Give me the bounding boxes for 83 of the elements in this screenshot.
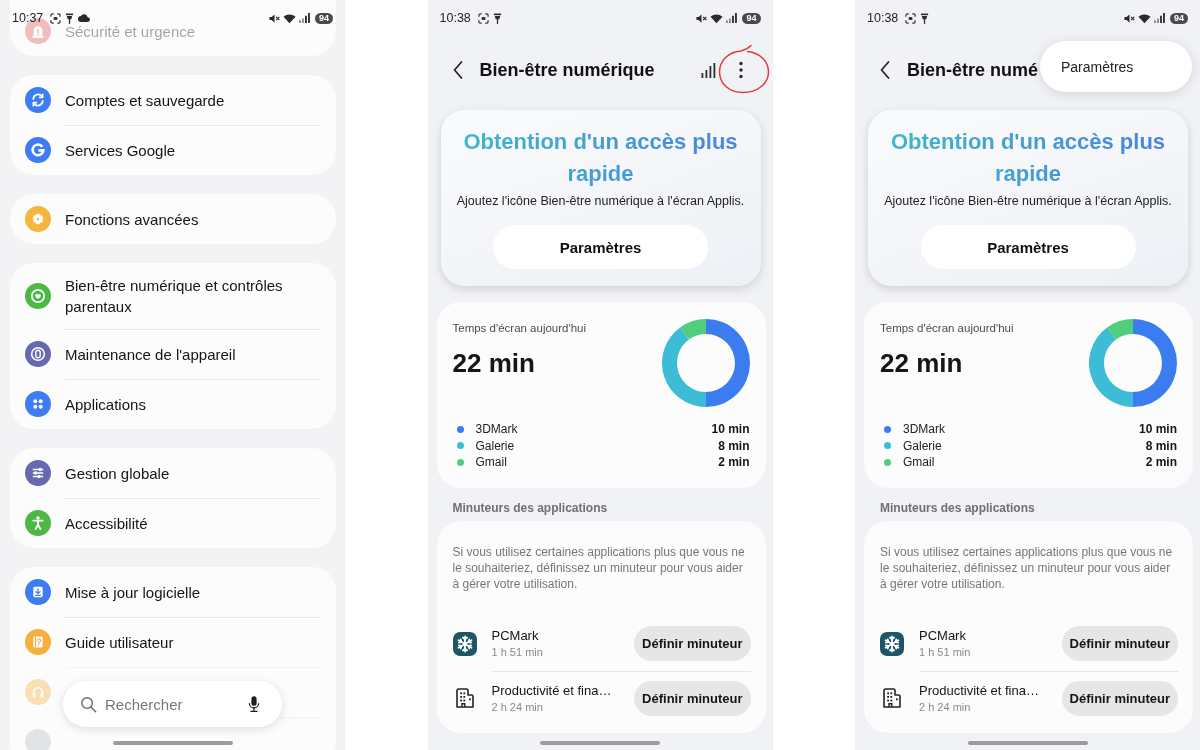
- back-icon[interactable]: [880, 61, 890, 79]
- battery-indicator: 94: [742, 12, 761, 24]
- search-icon: [80, 695, 97, 713]
- bar-chart-icon[interactable]: [700, 62, 717, 78]
- settings-button[interactable]: Paramètres: [493, 225, 708, 269]
- usage-time: 2 min: [718, 455, 750, 470]
- settings-item[interactable]: Comptes et sauvegarde: [65, 89, 225, 111]
- cloud-icon: [78, 14, 91, 22]
- mute-icon: [1124, 12, 1135, 24]
- set-timer-button[interactable]: Définir minuteur: [1061, 680, 1178, 716]
- frame-corners-icon: [905, 12, 917, 24]
- app-name: 3DMark: [903, 422, 946, 437]
- usage-time: 1 h 51 min: [491, 645, 543, 660]
- pin-icon: [492, 12, 502, 24]
- settings-item[interactable]: Services Google: [65, 140, 176, 161]
- app-name: Gmail: [903, 455, 936, 470]
- search-field[interactable]: Rechercher: [105, 695, 248, 713]
- home-indicator-icon: [967, 741, 1088, 745]
- signal-icon: [1154, 13, 1165, 23]
- screen-time-total: 22 min: [880, 348, 964, 378]
- battery-indicator: 94: [1170, 12, 1188, 24]
- page-title: Bien-être numé: [907, 59, 1039, 81]
- usage-time: 2 h 24 min: [491, 699, 543, 715]
- settings-item[interactable]: Gestion globale: [65, 462, 170, 484]
- screen-time-label: Temps d'écran aujourd'hui: [452, 321, 587, 336]
- section-heading: Minuteurs des applications: [452, 499, 608, 516]
- screen-time-label: Temps d'écran aujourd'hui: [880, 321, 1014, 336]
- settings-item[interactable]: Mise à jour logicielle: [65, 581, 201, 603]
- app-name: PCMark: [919, 627, 966, 645]
- app-name: Productivité et fina…: [491, 681, 612, 700]
- back-icon[interactable]: [452, 61, 463, 79]
- promo-description: Ajoutez l'icône Bien-être numérique à l'écran Applis.: [456, 193, 745, 209]
- mute-icon: [696, 12, 708, 24]
- status-time: 10:37: [12, 11, 44, 25]
- snowflake-icon: [452, 631, 477, 656]
- wifi-icon: [710, 12, 724, 24]
- usage-time: 1 h 51 min: [919, 645, 971, 660]
- settings-item[interactable]: Guide utilisateur: [65, 632, 174, 653]
- usage-time: 10 min: [711, 422, 750, 437]
- app-name: 3DMark: [475, 422, 519, 437]
- usage-time: 8 min: [1145, 438, 1177, 453]
- settings-item[interactable]: Maintenance de l'appareil: [65, 344, 236, 365]
- app-name: Gmail: [475, 455, 508, 470]
- status-time: 10:38: [439, 11, 471, 25]
- timers-description: Si vous utilisez certaines applications plus que vous ne le souhaiteriez, définissez un minuteur pour vous aider à gérer votre utilisation.: [880, 543, 1174, 592]
- usage-time: 2 min: [1145, 455, 1177, 470]
- set-timer-button[interactable]: Définir minuteur: [1061, 626, 1178, 661]
- more-icon[interactable]: [738, 61, 743, 79]
- search-bar[interactable]: Rechercher: [63, 681, 282, 727]
- wifi-icon: [1138, 12, 1151, 24]
- section-heading: Minuteurs des applications: [880, 499, 1035, 516]
- wifi-icon: [283, 12, 296, 24]
- building-icon: [880, 685, 904, 710]
- pin-icon: [920, 12, 930, 24]
- usage-time: 10 min: [1139, 422, 1177, 437]
- signal-icon: [726, 13, 738, 23]
- set-timer-button[interactable]: Définir minuteur: [634, 680, 751, 716]
- timers-description: Si vous utilisez certaines applications plus que vous ne le souhaiteriez, définissez un minuteur pour vous aider à gérer votre utilisation.: [452, 543, 746, 592]
- set-timer-button[interactable]: Définir minuteur: [634, 626, 751, 661]
- snowflake-icon: [880, 631, 904, 656]
- home-indicator-icon: [112, 741, 233, 745]
- screen-time-total: 22 min: [452, 348, 536, 378]
- app-name: Galerie: [903, 438, 943, 453]
- signal-icon: [299, 13, 310, 23]
- status-time: 10:38: [867, 11, 899, 25]
- usage-time: 8 min: [718, 438, 750, 453]
- app-name: Productivité et fina…: [919, 681, 1039, 700]
- frame-corners-icon: [477, 12, 489, 24]
- menu-item[interactable]: Paramètres: [1061, 58, 1134, 75]
- promo-description: Ajoutez l'icône Bien-être numérique à l'écran Applis.: [884, 193, 1172, 209]
- microphone-icon[interactable]: [248, 695, 260, 713]
- app-name: Galerie: [475, 438, 516, 453]
- frame-corners-icon: [50, 12, 62, 24]
- home-indicator-icon: [540, 741, 660, 745]
- app-name: PCMark: [491, 627, 539, 645]
- settings-button[interactable]: Paramètres: [920, 225, 1136, 269]
- mute-icon: [269, 12, 280, 24]
- usage-time: 2 h 24 min: [919, 699, 971, 715]
- settings-item[interactable]: Fonctions avancées: [65, 208, 199, 230]
- settings-item[interactable]: Bien-être numérique et contrôles parentaux: [65, 275, 320, 317]
- settings-item[interactable]: Accessibilité: [65, 513, 148, 534]
- settings-item[interactable]: Applications: [65, 394, 146, 415]
- page-title: Bien-être numérique: [479, 59, 655, 81]
